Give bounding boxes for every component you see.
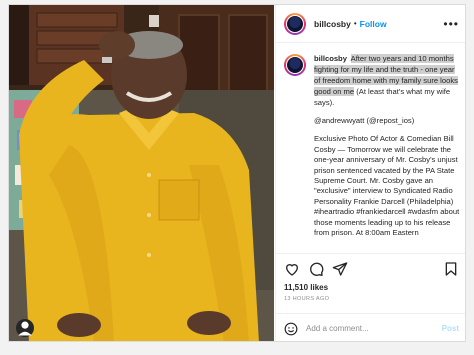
post-side-panel: billcosby • Follow ••• billcosby After t… [275,5,465,341]
paper-plane-icon[interactable] [332,261,348,277]
more-horizontal-icon[interactable]: ••• [443,17,459,31]
caption-area: billcosby After two years and 10 months … [276,44,465,251]
likes-count[interactable]: 11,510 likes [284,283,328,292]
bookmark-icon[interactable] [443,261,459,277]
heart-icon[interactable] [284,261,300,277]
separator-dot: • [353,19,357,28]
caption-avatar[interactable] [284,54,306,76]
user-tag-icon[interactable] [16,319,34,337]
post-photo-illustration [9,5,274,341]
post-photo[interactable] [9,5,274,341]
avatar[interactable] [284,12,306,35]
add-comment-bar: Post [276,313,465,341]
follow-button[interactable]: Follow [360,19,387,29]
smiley-icon[interactable] [284,322,298,336]
comment-icon[interactable] [308,261,324,277]
comment-input[interactable] [306,324,426,333]
post-timestamp: 13 HOURS AGO [284,296,330,302]
post-comment-button[interactable]: Post [442,324,459,333]
action-bar [276,253,465,283]
instagram-post-embed: billcosby • Follow ••• billcosby After t… [8,4,466,342]
caption-body: Exclusive Photo Of Actor & Comedian Bill… [314,134,460,238]
post-header: billcosby • Follow ••• [276,5,465,43]
username-link[interactable]: billcosby [314,19,351,29]
caption-text: billcosby After two years and 10 months … [314,53,459,108]
caption-username[interactable]: billcosby [314,54,347,63]
caption-credit: @andrewwyatt (@repost_ios) [314,116,415,125]
